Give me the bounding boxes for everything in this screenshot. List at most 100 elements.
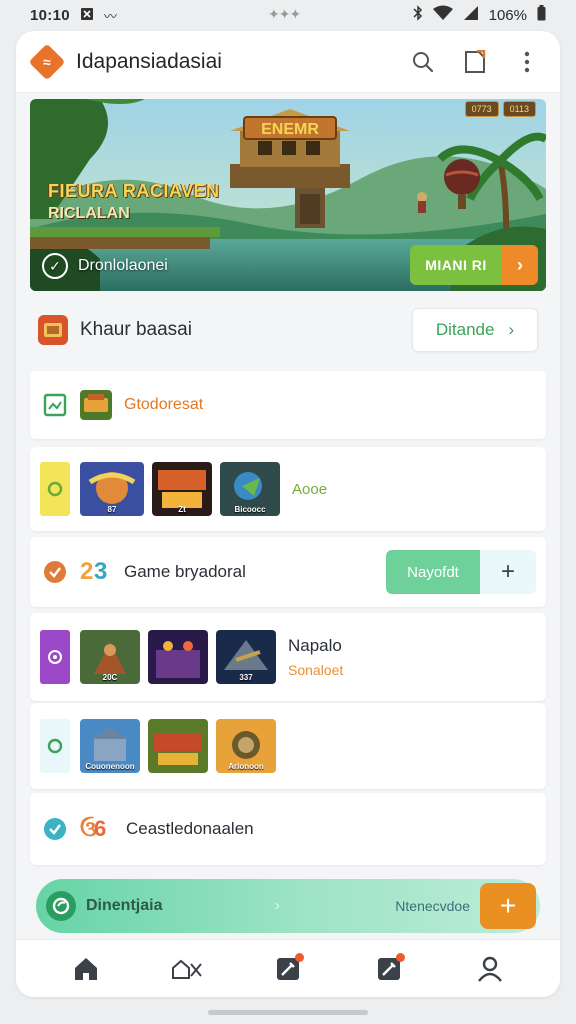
status-time: 10:10	[30, 6, 70, 24]
home-icon	[75, 957, 98, 980]
nav-profile[interactable]	[466, 945, 514, 993]
game-card-3[interactable]: 23 Game bryadoral Nayofdt +	[30, 537, 546, 607]
bottom-navigation	[16, 939, 560, 997]
card-text: Ceastledonaalen	[126, 819, 254, 838]
hero-check-row[interactable]: ✓ Dronlolaonei	[42, 253, 168, 279]
game-thumbnail[interactable]	[148, 630, 208, 684]
page-title: Idapansiadasiai	[76, 49, 222, 73]
select-radio[interactable]	[40, 462, 70, 516]
thumbnail-caption: 87	[107, 505, 117, 514]
search-button[interactable]	[408, 47, 438, 77]
hero-play-button[interactable]: MIANI RI ›	[410, 245, 538, 285]
chevron-right-icon: ›	[502, 245, 538, 285]
section-action-button[interactable]: Ditande ›	[412, 308, 538, 352]
app-logo-icon: ≈	[28, 43, 66, 80]
home-indicator[interactable]	[208, 1010, 368, 1015]
more-options-button[interactable]	[512, 47, 542, 77]
game-badge-icon: ઉ6	[80, 814, 112, 845]
select-radio[interactable]	[40, 630, 70, 684]
card-text: Game bryadoral	[124, 562, 246, 581]
game-name: Gtodoresat	[124, 396, 204, 413]
plus-icon: +	[499, 890, 517, 921]
signal-icon	[463, 5, 479, 25]
radio-icon	[47, 738, 63, 754]
notification-badge	[395, 952, 405, 962]
image-icon	[40, 390, 70, 420]
document-icon	[465, 49, 486, 73]
status-bar: 10:10 〰 ✦✦✦ 106%	[0, 0, 576, 30]
hero-hud: 0773 0113	[464, 101, 536, 117]
app-header: ≈ Idapansiadasiai	[16, 31, 560, 93]
game-thumbnail[interactable]: Couonenoon	[80, 719, 140, 773]
thumbnail-caption: Zt	[178, 505, 186, 514]
card-title: Napalo	[288, 636, 342, 655]
thumbnail-caption: Couonenoon	[85, 762, 135, 771]
game-controller-icon	[172, 959, 202, 979]
nav-activity[interactable]	[365, 945, 413, 993]
game-card-5[interactable]: Couonenoon Arlonoon	[30, 703, 546, 789]
hero-title: FIEURA RACIAVEN	[48, 181, 220, 201]
more-vertical-icon	[524, 51, 530, 72]
chevron-right-icon: ›	[274, 897, 280, 914]
game-thumbnail[interactable]	[148, 719, 208, 773]
content-scroll[interactable]: ENEMR 0773 0113 FIEURA RACIAVEN RICLALAN	[16, 93, 560, 939]
game-thumbnail[interactable]: Zt	[152, 462, 212, 516]
app-window: ≈ Idapansiadasiai ENEMR 0773 0113 FIEURA…	[16, 31, 560, 997]
nav-games[interactable]	[163, 945, 211, 993]
battery-icon	[537, 5, 546, 25]
thumbnail-caption: 337	[239, 673, 253, 682]
wifi-icon	[432, 5, 453, 25]
hero-banner[interactable]: ENEMR 0773 0113 FIEURA RACIAVEN RICLALAN	[30, 99, 546, 291]
nav-tools[interactable]	[264, 945, 312, 993]
bluetooth-icon	[413, 5, 423, 25]
battery-level: 106%	[488, 6, 527, 24]
document-button[interactable]	[460, 47, 490, 77]
status-center-icon: ✦✦✦	[268, 6, 301, 22]
section-header: Khaur baasai Ditande ›	[30, 303, 546, 357]
game-badge-icon: 23	[80, 557, 112, 588]
hero-check-label: Dronlolaonei	[78, 257, 168, 274]
radio-icon	[48, 650, 62, 664]
card-subtitle: Sonaloet	[288, 662, 344, 678]
game-thumbnail	[80, 390, 112, 420]
svg-text:2: 2	[80, 558, 93, 583]
game-card-4[interactable]: 20C 337 Napalo Sonaloet	[30, 613, 546, 701]
select-radio[interactable]	[40, 719, 70, 773]
game-card-6[interactable]: ઉ6 Ceastledonaalen	[30, 793, 546, 865]
hero-subtitle: RICLALAN	[48, 205, 130, 222]
section-action-label: Ditande	[435, 320, 495, 339]
hud-counter-2: 0113	[502, 101, 536, 117]
hero-button-label: MIANI RI	[410, 245, 502, 285]
hud-counter-1: 0773	[464, 101, 499, 117]
search-icon	[413, 51, 434, 72]
card-action-label: Nayofdt	[386, 550, 480, 594]
card-action-button[interactable]: Nayofdt +	[386, 550, 536, 594]
add-button[interactable]: +	[480, 883, 536, 929]
game-thumbnail[interactable]: Arlonoon	[216, 719, 276, 773]
game-thumbnail[interactable]: Bicoocc	[220, 462, 280, 516]
check-circle-icon	[40, 814, 70, 844]
check-circle-icon	[40, 557, 70, 587]
chevron-right-icon: ›	[508, 320, 515, 339]
wave-icon: 〰	[103, 8, 117, 24]
cta-text: Ntenecvdoe	[395, 898, 470, 914]
game-card-2[interactable]: 87 Zt Bicoocc Aooe	[30, 447, 546, 531]
game-thumbnail[interactable]: 87	[80, 462, 144, 516]
nav-home[interactable]	[62, 945, 110, 993]
thumbnail-caption: 20C	[102, 673, 118, 682]
hero-sign-text: ENEMR	[261, 121, 319, 138]
leaf-icon	[46, 891, 76, 921]
check-circle-icon: ✓	[42, 253, 68, 279]
game-card-1[interactable]: Gtodoresat	[30, 371, 546, 439]
game-box-icon	[38, 315, 68, 345]
thumbnail-caption: Arlonoon	[228, 762, 264, 771]
hero-subtitle-row: RICLALAN	[48, 205, 130, 223]
thumbnail-caption: Bicoocc	[234, 505, 266, 514]
game-thumbnail[interactable]: 337	[216, 630, 276, 684]
bottom-cta-bar[interactable]: Dinentjaia › Ntenecvdoe +	[36, 879, 540, 933]
card-label: Aooe	[292, 480, 328, 498]
notification-badge	[294, 952, 304, 962]
card-info: Napalo Sonaloet	[288, 636, 343, 678]
section-title: Khaur baasai	[80, 319, 192, 340]
game-thumbnail[interactable]: 20C	[80, 630, 140, 684]
